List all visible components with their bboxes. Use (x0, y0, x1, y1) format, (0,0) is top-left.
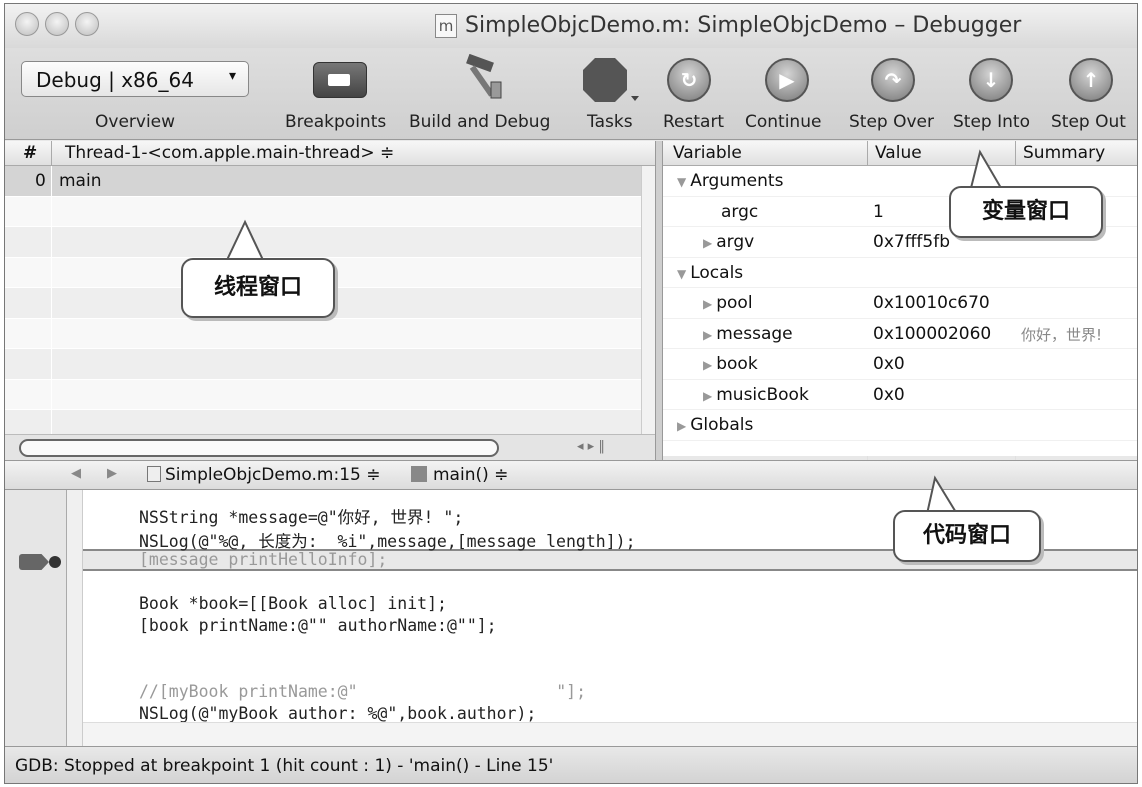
callout-pointer (925, 475, 959, 515)
callout-thread-window: 线程窗口 (181, 258, 335, 318)
callout-pointer (969, 149, 1003, 189)
callout-variable-window: 变量窗口 (949, 186, 1103, 238)
callout-pointer (225, 219, 265, 261)
callout-code-window: 代码窗口 (893, 510, 1041, 562)
debugger-window: m SimpleObjcDemo.m: SimpleObjcDemo – Deb… (4, 3, 1138, 784)
callout-pointers (225, 149, 1003, 515)
